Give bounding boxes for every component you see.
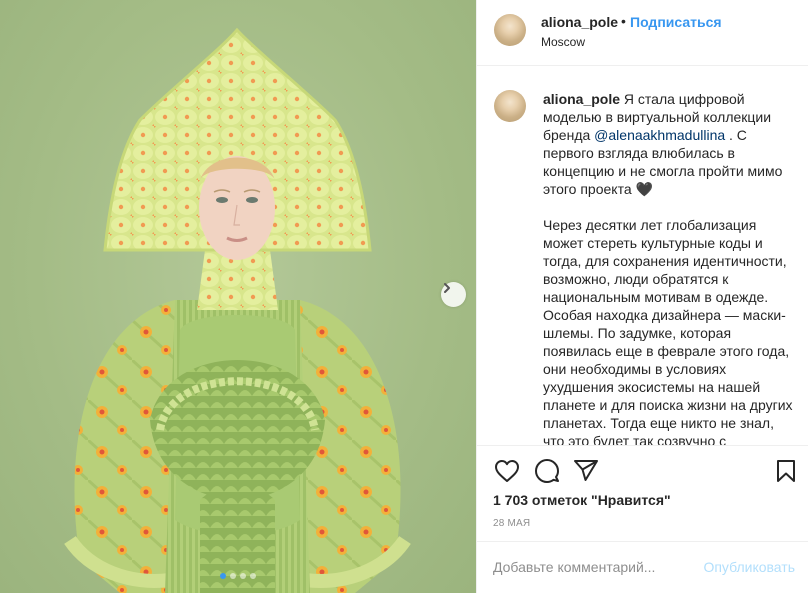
bookmark-icon[interactable] xyxy=(775,459,797,483)
caption-text-part: . С первого взгляда влюбилась в концепци… xyxy=(543,127,793,445)
username-link[interactable]: aliona_pole xyxy=(541,14,618,30)
comment-bar: Опубликовать xyxy=(477,541,808,593)
heart-icon[interactable] xyxy=(494,459,520,483)
comment-input[interactable] xyxy=(493,557,693,577)
caption-username[interactable]: aliona_pole xyxy=(543,91,620,107)
next-slide-button[interactable] xyxy=(441,282,466,307)
carousel-dot xyxy=(240,573,246,579)
caption-avatar[interactable] xyxy=(494,90,526,122)
avatar[interactable] xyxy=(494,14,526,46)
comment-icon[interactable] xyxy=(534,458,560,484)
carousel-indicator xyxy=(0,573,476,579)
caption-area: aliona_pole Я стала цифровой моделью в в… xyxy=(477,67,808,445)
caption-text: aliona_pole Я стала цифровой моделью в в… xyxy=(543,90,793,445)
location-link[interactable]: Moscow xyxy=(541,35,585,49)
separator-dot: • xyxy=(621,13,626,29)
post-header: aliona_pole • Подписаться Moscow xyxy=(477,0,808,66)
likes-count[interactable]: 1 703 отметок "Нравится" xyxy=(493,492,671,508)
carousel-dot xyxy=(250,573,256,579)
follow-button[interactable]: Подписаться xyxy=(630,14,722,30)
post-sidebar: aliona_pole • Подписаться Moscow aliona_… xyxy=(476,0,808,593)
post-photo xyxy=(64,27,411,593)
share-icon[interactable] xyxy=(573,459,599,483)
chevron-right-icon xyxy=(444,283,450,293)
carousel-dot-active xyxy=(220,573,226,579)
mention-link[interactable]: @alenaakhmadullina xyxy=(594,127,725,143)
post-actions: 1 703 отметок "Нравится" 28 МАЯ xyxy=(477,445,808,545)
post-date[interactable]: 28 МАЯ xyxy=(493,518,530,529)
carousel-dot xyxy=(230,573,236,579)
post-media[interactable] xyxy=(0,0,476,593)
publish-button[interactable]: Опубликовать xyxy=(703,559,795,575)
